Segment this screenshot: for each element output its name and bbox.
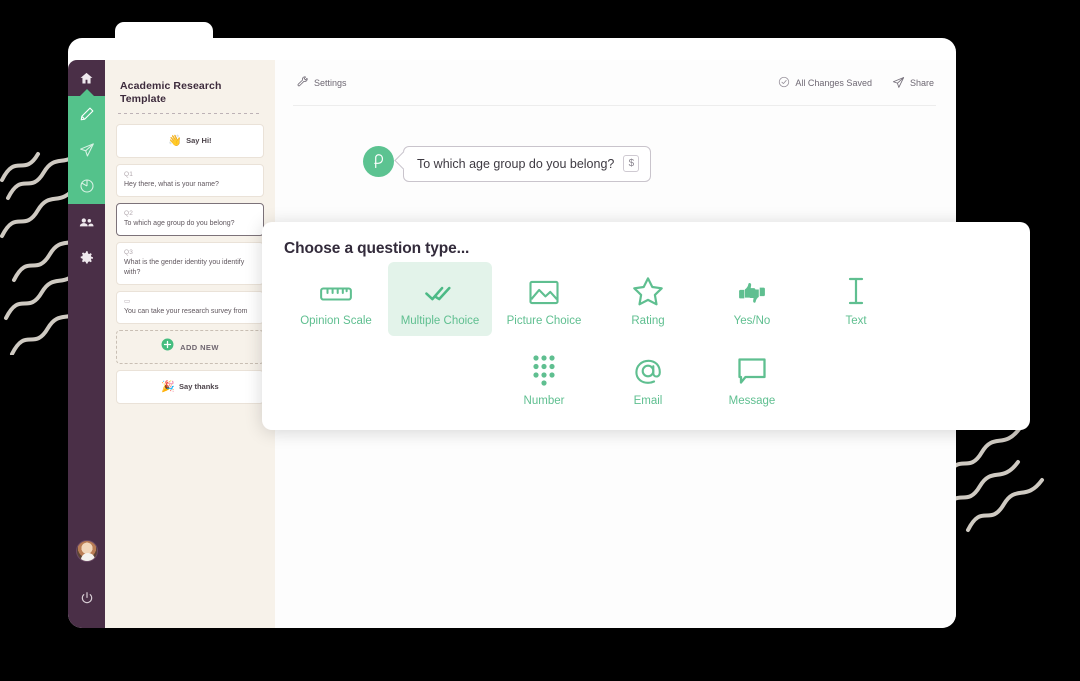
question-type-picture-choice[interactable]: Picture Choice [492,262,596,336]
decorative-squiggles-right [938,418,1068,538]
star-icon [632,272,664,306]
brand-avatar [363,146,394,177]
nav-rail-active-group [68,89,105,204]
question-type-label: Rating [631,315,665,327]
share-label: Share [909,78,934,88]
question-type-panel: Choose a question type... Opinion Scale [262,222,1030,430]
settings-label: Settings [314,78,347,88]
question-text: To which age group do you belong? [124,220,235,227]
question-bubble-row: To which age group do you belong? $ [363,146,956,182]
question-type-yes-no[interactable]: Yes/No [700,262,804,336]
image-icon [528,272,560,306]
settings-button[interactable]: Settings [297,76,347,90]
welcome-card-label: Say Hi! [186,136,212,146]
panel-title: Choose a question type... [284,240,470,257]
question-type-message[interactable]: Message [700,342,804,416]
question-type-email[interactable]: Email [596,342,700,416]
question-bubble[interactable]: To which age group do you belong? $ [403,146,652,182]
question-type-label: Opinion Scale [300,315,372,327]
thumbs-icon [736,272,768,306]
question-type-label: Message [728,395,776,407]
divider [118,113,262,114]
add-new-button[interactable]: ADD NEW [116,330,264,364]
wrench-icon [297,76,309,90]
sidebar-item-share[interactable] [68,132,105,168]
text-cursor-icon [844,272,868,306]
wave-emoji-icon: 👋 [168,135,183,148]
question-card-q1[interactable]: Q1 Hey there, what is your name? [116,164,264,197]
ruler-icon [319,272,353,306]
question-number: Q2 [124,210,134,217]
question-type-multiple-choice[interactable]: Multiple Choice [388,262,492,336]
avatar[interactable] [75,540,98,562]
question-card-q3[interactable]: Q3 What is the gender identity you ident… [116,242,264,285]
question-type-row-1: Opinion Scale Multiple Choice Picture Ch… [284,262,1008,336]
speech-bubble-icon [737,352,767,386]
question-list-sidebar: Academic Research Template 👋 Say Hi! Q1 H… [105,60,275,628]
sidebar-item-settings[interactable] [68,240,105,276]
template-title: Academic Research Template [120,80,222,105]
variable-chip[interactable]: $ [623,155,640,172]
status-badge: All Changes Saved [795,78,872,88]
toolbar: Settings All Changes Saved Share [275,60,956,106]
question-type-label: Text [845,315,867,327]
party-popper-emoji-icon: 🎉 [161,381,176,394]
thanks-card-label: Say thanks [179,382,219,392]
paper-plane-icon [892,76,905,91]
question-type-rating[interactable]: Rating [596,262,700,336]
question-input[interactable]: To which age group do you belong? [417,157,614,171]
at-sign-icon [633,352,663,386]
thanks-card[interactable]: 🎉 Say thanks [116,370,264,404]
plus-circle-icon [161,338,174,356]
welcome-card[interactable]: 👋 Say Hi! [116,124,264,158]
question-type-label: Multiple Choice [400,315,480,327]
keypad-icon [531,352,557,386]
question-card-ending[interactable]: ▭ You can take your research survey from [116,291,264,324]
save-status: All Changes Saved [778,76,872,90]
question-text: You can take your research survey from [124,308,248,315]
question-type-label: Yes/No [733,315,771,327]
question-type-label: Number [523,395,565,407]
question-number: Q3 [124,249,134,256]
question-type-opinion-scale[interactable]: Opinion Scale [284,262,388,336]
question-card-q2[interactable]: Q2 To which age group do you belong? [116,203,264,236]
question-type-row-2: Number Email Message [284,342,1008,416]
check-circle-icon [778,76,790,90]
screenshot-stage: Academic Research Template 👋 Say Hi! Q1 H… [0,0,1080,681]
question-text: What is the gender identity you identify… [124,259,245,276]
add-new-label: ADD NEW [180,342,219,352]
nav-rail [68,60,105,628]
sidebar-item-contacts[interactable] [68,204,105,240]
question-type-label: Picture Choice [506,315,582,327]
power-icon[interactable] [68,580,105,616]
question-text: Hey there, what is your name? [124,181,219,188]
sidebar-item-create[interactable] [68,96,105,132]
question-number: ▭ [124,298,131,305]
share-button[interactable]: Share [892,76,934,91]
sidebar-item-results[interactable] [68,168,105,204]
question-type-text[interactable]: Text [804,262,908,336]
double-check-icon [423,272,457,306]
question-type-label: Email [633,395,663,407]
question-number: Q1 [124,171,134,178]
question-type-number[interactable]: Number [492,342,596,416]
